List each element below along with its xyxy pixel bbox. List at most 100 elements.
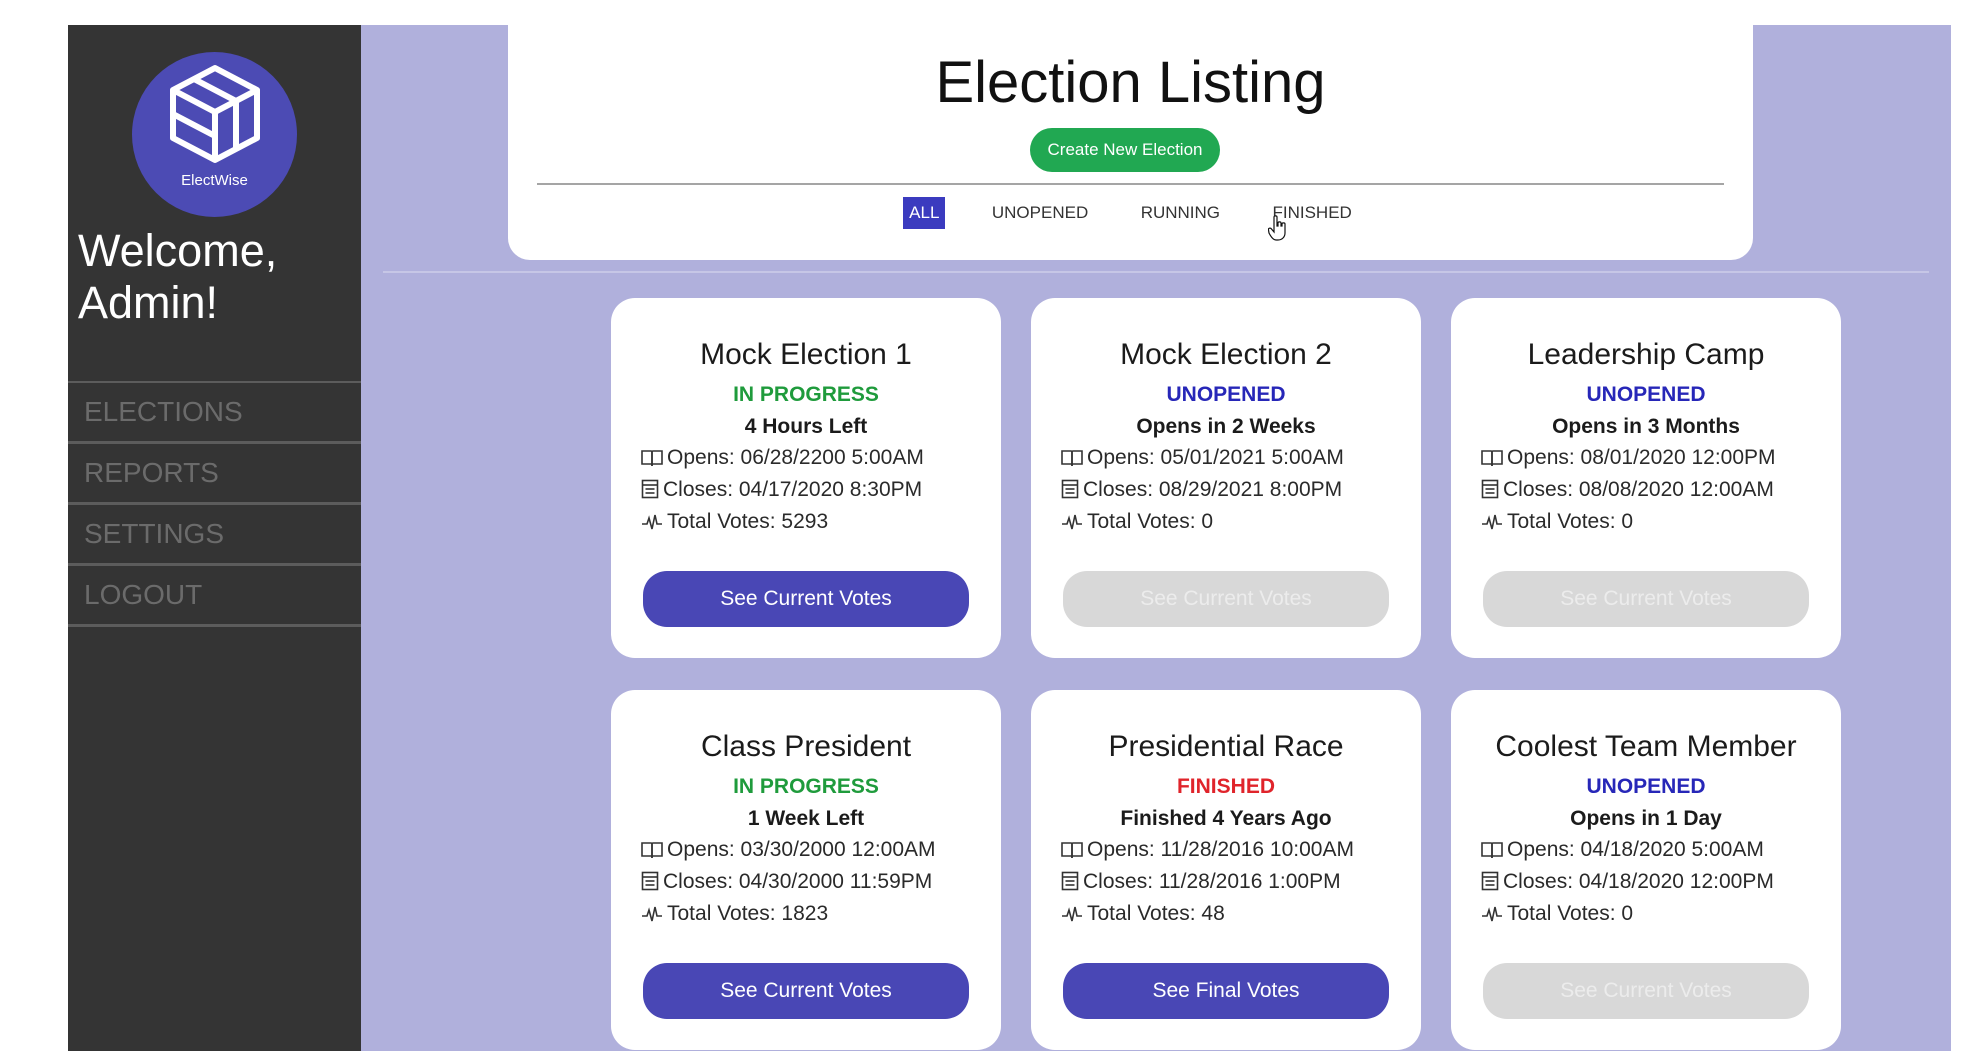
- votes-row: Total Votes: 1823: [641, 902, 991, 926]
- election-card: Leadership Camp UNOPENED Opens in 3 Mont…: [1451, 298, 1841, 658]
- closes-row: Closes: 11/28/2016 1:00PM: [1061, 870, 1411, 894]
- total-votes: Total Votes: 0: [1087, 510, 1214, 533]
- create-election-button[interactable]: Create New Election: [1030, 128, 1220, 172]
- opens-date: Opens: 11/28/2016 10:00AM: [1087, 838, 1354, 861]
- welcome-message: Welcome, Admin!: [78, 225, 277, 329]
- sidebar: ElectWise Welcome, Admin! ELECTIONS REPO…: [68, 25, 361, 1051]
- opens-date: Opens: 04/18/2020 5:00AM: [1507, 838, 1764, 861]
- welcome-name: Admin!: [78, 277, 219, 328]
- election-card: Mock Election 1 IN PROGRESS 4 Hours Left…: [611, 298, 1001, 658]
- election-title: Coolest Team Member: [1495, 730, 1797, 763]
- pulse-icon: [1482, 906, 1502, 922]
- tab-running[interactable]: RUNNING: [1135, 197, 1226, 229]
- nav-item-elections[interactable]: ELECTIONS: [68, 383, 361, 444]
- election-time-remaining: 4 Hours Left: [744, 415, 868, 438]
- election-status-badge: IN PROGRESS: [733, 383, 879, 406]
- election-time-remaining: Opens in 2 Weeks: [1136, 415, 1316, 438]
- see-final-votes-button[interactable]: See Final Votes: [1063, 963, 1389, 1019]
- closes-row: Closes: 08/29/2021 8:00PM: [1061, 478, 1411, 502]
- pulse-icon: [1482, 514, 1502, 530]
- pulse-icon: [642, 906, 662, 922]
- votes-row: Total Votes: 48: [1061, 902, 1411, 926]
- calendar-icon: [641, 871, 659, 891]
- closes-date: Closes: 04/18/2020 12:00PM: [1503, 870, 1774, 893]
- opens-row: Opens: 08/01/2020 12:00PM: [1481, 446, 1831, 470]
- book-open-icon: [1061, 842, 1083, 859]
- opens-row: Opens: 06/28/2200 5:00AM: [641, 446, 991, 470]
- election-card: Mock Election 2 UNOPENED Opens in 2 Week…: [1031, 298, 1421, 658]
- votes-row: Total Votes: 0: [1481, 510, 1831, 534]
- opens-date: Opens: 08/01/2020 12:00PM: [1507, 446, 1776, 469]
- total-votes: Total Votes: 1823: [667, 902, 829, 925]
- votes-row: Total Votes: 0: [1061, 510, 1411, 534]
- opens-date: Opens: 03/30/2000 12:00AM: [667, 838, 936, 861]
- closes-date: Closes: 11/28/2016 1:00PM: [1083, 870, 1341, 893]
- calendar-icon: [1481, 479, 1499, 499]
- see-current-votes-button[interactable]: See Current Votes: [643, 571, 969, 627]
- opens-row: Opens: 04/18/2020 5:00AM: [1481, 838, 1831, 862]
- tab-all[interactable]: ALL: [903, 197, 946, 229]
- election-time-remaining: Opens in 1 Day: [1570, 807, 1722, 830]
- tab-unopened[interactable]: UNOPENED: [986, 197, 1094, 229]
- closes-date: Closes: 04/30/2000 11:59PM: [663, 870, 933, 893]
- filter-tabs: ALL UNOPENED RUNNING FINISHED: [508, 197, 1753, 229]
- election-card: Class President IN PROGRESS 1 Week Left …: [611, 690, 1001, 1050]
- calendar-icon: [1061, 479, 1079, 499]
- app-logo: ElectWise: [132, 52, 297, 217]
- sidebar-nav: ELECTIONS REPORTS SETTINGS LOGOUT: [68, 381, 361, 627]
- book-open-icon: [1481, 842, 1503, 859]
- closes-row: Closes: 04/17/2020 8:30PM: [641, 478, 991, 502]
- closes-row: Closes: 04/30/2000 11:59PM: [641, 870, 991, 894]
- opens-date: Opens: 06/28/2200 5:00AM: [667, 446, 924, 469]
- section-divider: [383, 271, 1929, 273]
- closes-date: Closes: 04/17/2020 8:30PM: [663, 478, 923, 501]
- election-time-remaining: Opens in 3 Months: [1552, 415, 1740, 438]
- opens-date: Opens: 05/01/2021 5:00AM: [1087, 446, 1344, 469]
- election-title: Mock Election 2: [1120, 338, 1332, 371]
- logo-text: ElectWise: [181, 172, 248, 189]
- votes-row: Total Votes: 5293: [641, 510, 991, 534]
- see-current-votes-button: See Current Votes: [1063, 571, 1389, 627]
- see-current-votes-button[interactable]: See Current Votes: [643, 963, 969, 1019]
- election-title: Leadership Camp: [1527, 338, 1765, 371]
- opens-row: Opens: 11/28/2016 10:00AM: [1061, 838, 1411, 862]
- total-votes: Total Votes: 0: [1507, 510, 1634, 533]
- closes-row: Closes: 08/08/2020 12:00AM: [1481, 478, 1831, 502]
- election-status-badge: UNOPENED: [1586, 775, 1706, 798]
- tab-finished[interactable]: FINISHED: [1266, 197, 1357, 229]
- election-status-badge: FINISHED: [1176, 775, 1275, 798]
- opens-row: Opens: 05/01/2021 5:00AM: [1061, 446, 1411, 470]
- nav-item-reports[interactable]: REPORTS: [68, 444, 361, 505]
- opens-row: Opens: 03/30/2000 12:00AM: [641, 838, 991, 862]
- calendar-icon: [641, 479, 659, 499]
- book-open-icon: [641, 842, 663, 859]
- election-title: Mock Election 1: [700, 338, 912, 371]
- book-open-icon: [641, 450, 663, 467]
- cube-logo-icon: [170, 65, 260, 163]
- closes-row: Closes: 04/18/2020 12:00PM: [1481, 870, 1831, 894]
- nav-item-logout[interactable]: LOGOUT: [68, 566, 361, 627]
- election-status-badge: IN PROGRESS: [733, 775, 879, 798]
- total-votes: Total Votes: 0: [1507, 902, 1634, 925]
- book-open-icon: [1481, 450, 1503, 467]
- calendar-icon: [1061, 871, 1079, 891]
- pulse-icon: [1062, 906, 1082, 922]
- pulse-icon: [642, 514, 662, 530]
- header-divider: [537, 183, 1724, 185]
- welcome-line: Welcome,: [78, 225, 278, 276]
- election-status-badge: UNOPENED: [1586, 383, 1706, 406]
- election-title: Class President: [700, 730, 912, 763]
- election-time-remaining: 1 Week Left: [747, 807, 865, 830]
- book-open-icon: [1061, 450, 1083, 467]
- election-time-remaining: Finished 4 Years Ago: [1120, 807, 1332, 830]
- header-card: Election Listing Create New Election ALL…: [508, 25, 1753, 260]
- see-current-votes-button: See Current Votes: [1483, 963, 1809, 1019]
- calendar-icon: [1481, 871, 1499, 891]
- total-votes: Total Votes: 48: [1087, 902, 1225, 925]
- election-title: Presidential Race: [1108, 730, 1344, 763]
- closes-date: Closes: 08/08/2020 12:00AM: [1503, 478, 1774, 501]
- app-window: ElectWise Welcome, Admin! ELECTIONS REPO…: [68, 25, 1951, 1051]
- election-card: Presidential Race FINISHED Finished 4 Ye…: [1031, 690, 1421, 1050]
- pulse-icon: [1062, 514, 1082, 530]
- nav-item-settings[interactable]: SETTINGS: [68, 505, 361, 566]
